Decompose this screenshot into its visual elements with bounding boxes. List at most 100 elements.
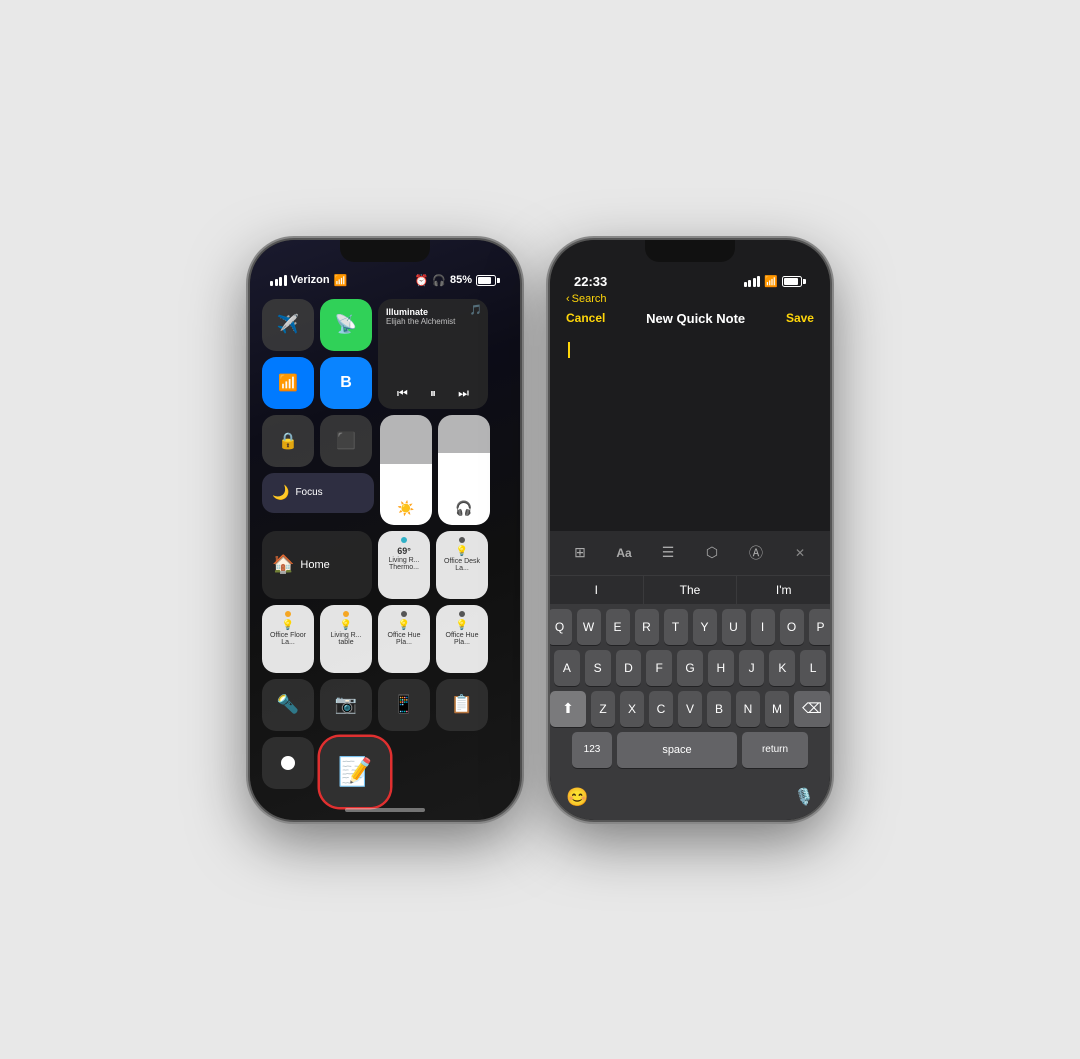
key-u[interactable]: U <box>722 609 746 645</box>
screen-mirror-tile[interactable]: ⬛ <box>320 415 372 467</box>
status-icons-right: 📶 <box>744 275 806 288</box>
bar1-r <box>744 282 747 287</box>
record-tile[interactable] <box>262 737 314 789</box>
bar4-r <box>757 276 760 287</box>
thermo-name: Living R... Thermo... <box>382 557 426 572</box>
note-toolbar: ⊞ Aa ☰ ⬡ Ⓐ ✕ <box>550 531 830 575</box>
notes-shortcut-tile[interactable]: 📋 <box>436 679 488 731</box>
link-tool-icon[interactable]: Ⓐ <box>742 539 770 567</box>
brightness-slider[interactable]: ☀️ <box>380 415 432 525</box>
focus-label: Focus <box>295 487 322 498</box>
key-t[interactable]: T <box>664 609 688 645</box>
signal-icon-right <box>744 276 761 287</box>
space-key[interactable]: space <box>617 732 737 768</box>
volume-slider[interactable]: 🎧 <box>438 415 490 525</box>
bluetooth-tile[interactable]: B <box>320 357 372 409</box>
key-d[interactable]: D <box>616 650 642 686</box>
key-i[interactable]: I <box>751 609 775 645</box>
row-icons: 🔦 📷 📱 📋 <box>262 679 508 731</box>
living-room-table-tile[interactable]: 💡 Living R... table <box>320 605 372 673</box>
moon-icon: 🌙 <box>272 484 289 501</box>
pred-word-2[interactable]: The <box>644 576 738 604</box>
key-n[interactable]: N <box>736 691 760 727</box>
quick-note-tile[interactable]: 📝 <box>320 737 390 807</box>
screen-row: 🔒 ⬛ <box>262 415 374 467</box>
key-f[interactable]: F <box>646 650 672 686</box>
back-nav: ‹ Search <box>550 293 830 307</box>
airplane-icon: ✈️ <box>277 314 299 335</box>
key-r[interactable]: R <box>635 609 659 645</box>
pred-word-1[interactable]: I <box>550 576 644 604</box>
add-list-icon: 📋 <box>451 694 473 715</box>
next-icon[interactable]: ⏭ <box>458 386 469 401</box>
key-q[interactable]: Q <box>550 609 572 645</box>
key-a[interactable]: A <box>554 650 580 686</box>
right-screen: 22:33 📶 <box>550 240 830 820</box>
numbers-key[interactable]: 123 <box>572 732 612 768</box>
camera-tool-icon[interactable]: ⬡ <box>698 539 726 567</box>
key-l[interactable]: L <box>800 650 826 686</box>
wifi-icon: 📶 <box>278 373 298 393</box>
bluetooth-icon: B <box>340 374 352 392</box>
quick-note-icon: 📝 <box>338 755 373 788</box>
emoji-button[interactable]: 😊 <box>566 787 588 808</box>
delete-key[interactable]: ⌫ <box>794 691 830 727</box>
key-p[interactable]: P <box>809 609 831 645</box>
cellular-tile[interactable]: 📡 <box>320 299 372 351</box>
battery-info: ⏰ 🎧 85% <box>415 274 500 287</box>
pred-word-3[interactable]: I'm <box>737 576 830 604</box>
record-icon <box>281 756 295 770</box>
key-x[interactable]: X <box>620 691 644 727</box>
camera-tile[interactable]: 📷 <box>320 679 372 731</box>
prev-icon[interactable]: ⏮ <box>397 386 408 401</box>
key-y[interactable]: Y <box>693 609 717 645</box>
remote-tile[interactable]: 📱 <box>378 679 430 731</box>
keyboard-row-bottom: 123 space return <box>554 732 826 768</box>
key-s[interactable]: S <box>585 650 611 686</box>
thermostat-tile[interactable]: 69° Living R... Thermo... <box>378 531 430 599</box>
font-tool-icon[interactable]: Aa <box>610 539 638 567</box>
office-desk-lamp-tile[interactable]: 💡 Office Desk La... <box>436 531 488 599</box>
airplane-mode-tile[interactable]: ✈️ <box>262 299 314 351</box>
office-hue-1-tile[interactable]: 💡 Office Hue Pla... <box>378 605 430 673</box>
wifi-tile[interactable]: 📶 <box>262 357 314 409</box>
office-floor-lamp-tile[interactable]: 💡 Office Floor La... <box>262 605 314 673</box>
key-z[interactable]: Z <box>591 691 615 727</box>
key-g[interactable]: G <box>677 650 703 686</box>
key-k[interactable]: K <box>769 650 795 686</box>
flashlight-tile[interactable]: 🔦 <box>262 679 314 731</box>
home-tile[interactable]: 🏠 Home <box>262 531 372 599</box>
close-toolbar-button[interactable]: ✕ <box>786 539 814 567</box>
office-hue-2-tile[interactable]: 💡 Office Hue Pla... <box>436 605 488 673</box>
cancel-button[interactable]: Cancel <box>566 311 605 325</box>
microphone-button[interactable]: 🎙️ <box>794 787 814 807</box>
list-tool-icon[interactable]: ☰ <box>654 539 682 567</box>
key-j[interactable]: J <box>739 650 765 686</box>
return-key[interactable]: return <box>742 732 808 768</box>
key-o[interactable]: O <box>780 609 804 645</box>
desk-name: Office Desk La... <box>440 558 484 573</box>
table-tool-icon[interactable]: ⊞ <box>566 539 594 567</box>
focus-tile[interactable]: 🌙 Focus <box>262 473 374 513</box>
note-editor[interactable] <box>550 332 830 531</box>
note-title: New Quick Note <box>646 311 745 326</box>
key-h[interactable]: H <box>708 650 734 686</box>
back-button[interactable]: ‹ Search <box>566 293 814 305</box>
key-c[interactable]: C <box>649 691 673 727</box>
key-m[interactable]: M <box>765 691 789 727</box>
music-player-tile[interactable]: 🎵 Illuminate Elijah the Alchemist ⏮ ⏸ ⏭ <box>378 299 488 409</box>
music-title: Illuminate <box>386 307 480 317</box>
key-w[interactable]: W <box>577 609 601 645</box>
key-e[interactable]: E <box>606 609 630 645</box>
alarm-icon: ⏰ <box>415 274 429 287</box>
connectivity-group: ✈️ 📡 📶 B <box>262 299 372 409</box>
key-b[interactable]: B <box>707 691 731 727</box>
left-misc-group: 🔒 ⬛ 🌙 Focus <box>262 415 374 513</box>
play-pause-icon[interactable]: ⏸ <box>430 386 436 401</box>
desk-icon: 💡 <box>456 546 468 557</box>
shift-key[interactable]: ⬆ <box>550 691 586 727</box>
status-bar-right: 22:33 📶 <box>550 262 830 293</box>
screen-rotate-tile[interactable]: 🔒 <box>262 415 314 467</box>
save-button[interactable]: Save <box>786 311 814 325</box>
key-v[interactable]: V <box>678 691 702 727</box>
